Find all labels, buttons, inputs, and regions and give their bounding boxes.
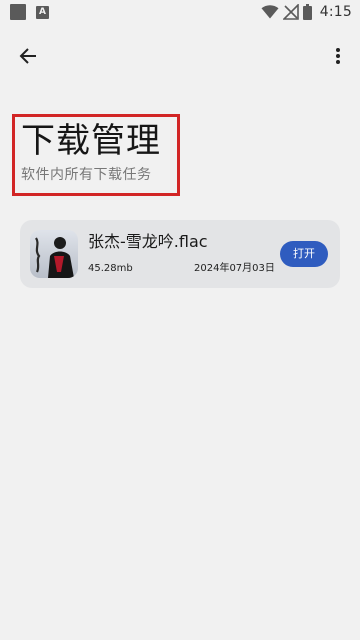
square-icon bbox=[10, 4, 26, 20]
more-options-button[interactable] bbox=[324, 38, 352, 74]
status-icons: 4:15 bbox=[261, 3, 352, 21]
page-subtitle: 软件内所有下载任务 bbox=[21, 167, 152, 183]
file-name: 张杰-雪龙吟.flac bbox=[88, 232, 208, 251]
back-button[interactable] bbox=[10, 38, 46, 74]
open-button[interactable]: 打开 bbox=[280, 241, 328, 267]
file-size: 45.28mb bbox=[88, 263, 133, 274]
back-arrow-icon bbox=[19, 48, 36, 64]
page-title: 下载管理 bbox=[21, 121, 161, 161]
a-notification-icon: A bbox=[36, 6, 49, 19]
status-time: 4:15 bbox=[319, 4, 352, 20]
more-vert-icon bbox=[336, 48, 340, 64]
status-bar: A 4:15 bbox=[0, 0, 360, 24]
signal-off-icon bbox=[282, 4, 299, 20]
wifi-icon bbox=[261, 5, 279, 19]
battery-icon bbox=[302, 4, 312, 20]
download-item[interactable]: 张杰-雪龙吟.flac 45.28mb 2024年07月03日 打开 bbox=[20, 220, 340, 288]
file-date: 2024年07月03日 bbox=[194, 263, 275, 274]
album-cover bbox=[30, 230, 78, 278]
